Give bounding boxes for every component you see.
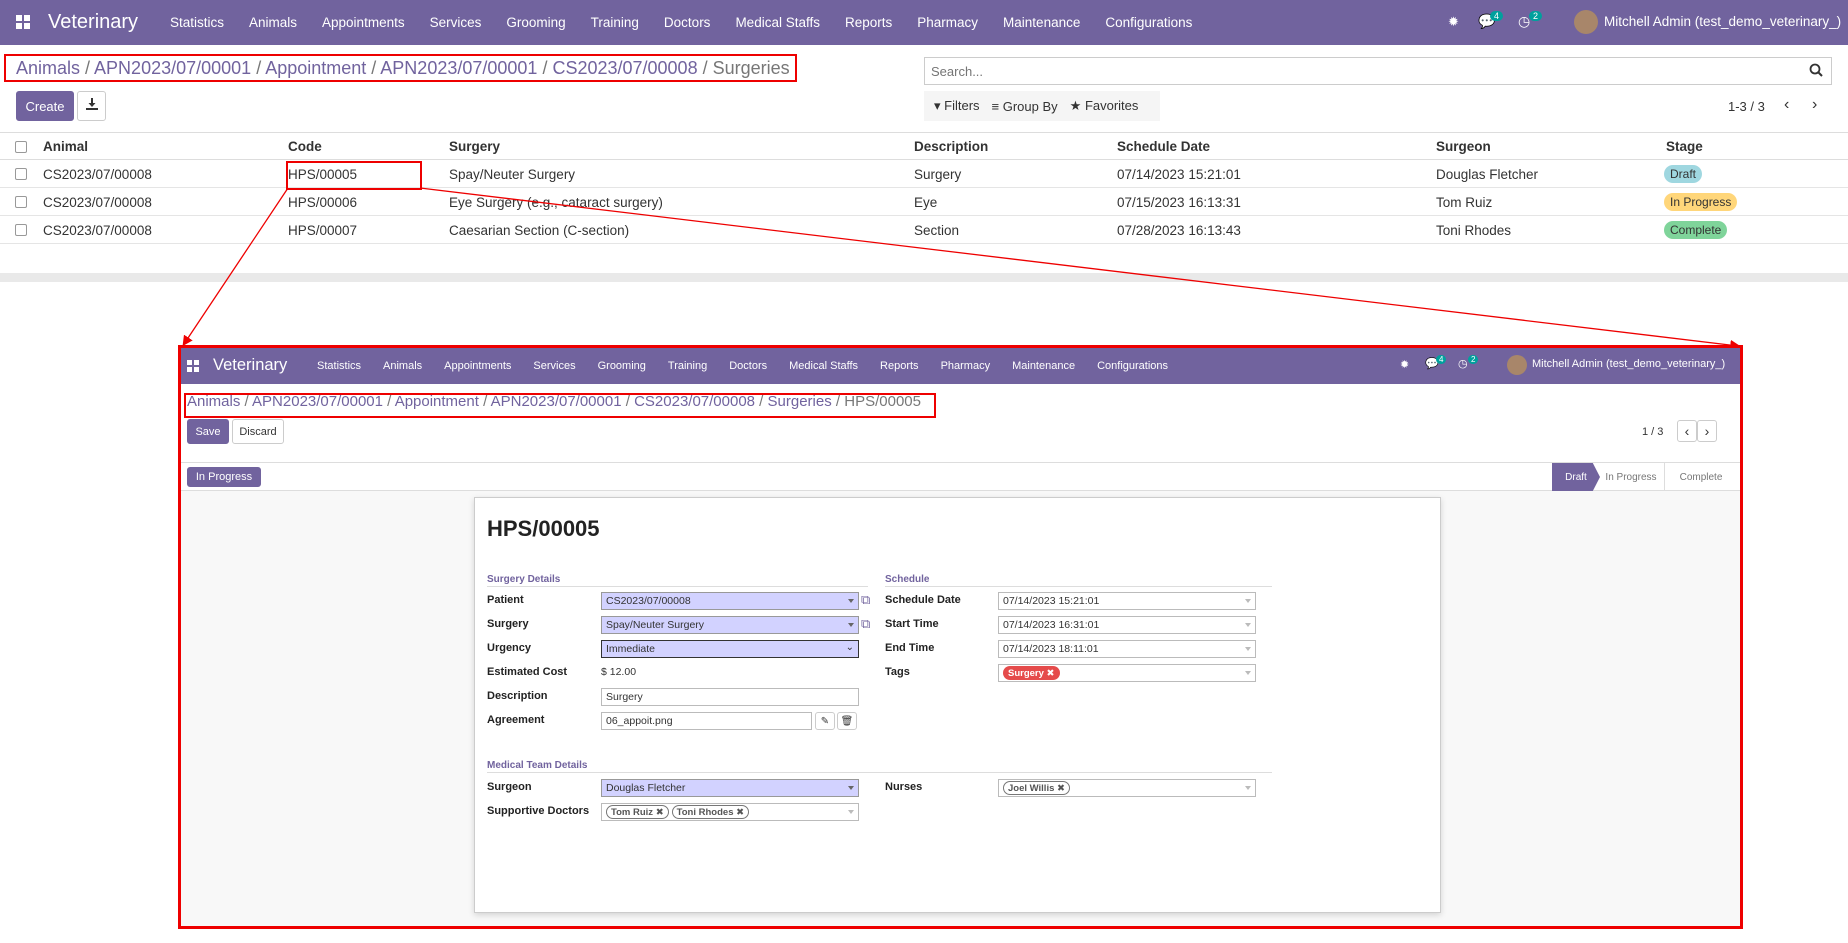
form-inset-highlight <box>178 345 1743 929</box>
inset-breadcrumb-highlight <box>184 393 936 418</box>
